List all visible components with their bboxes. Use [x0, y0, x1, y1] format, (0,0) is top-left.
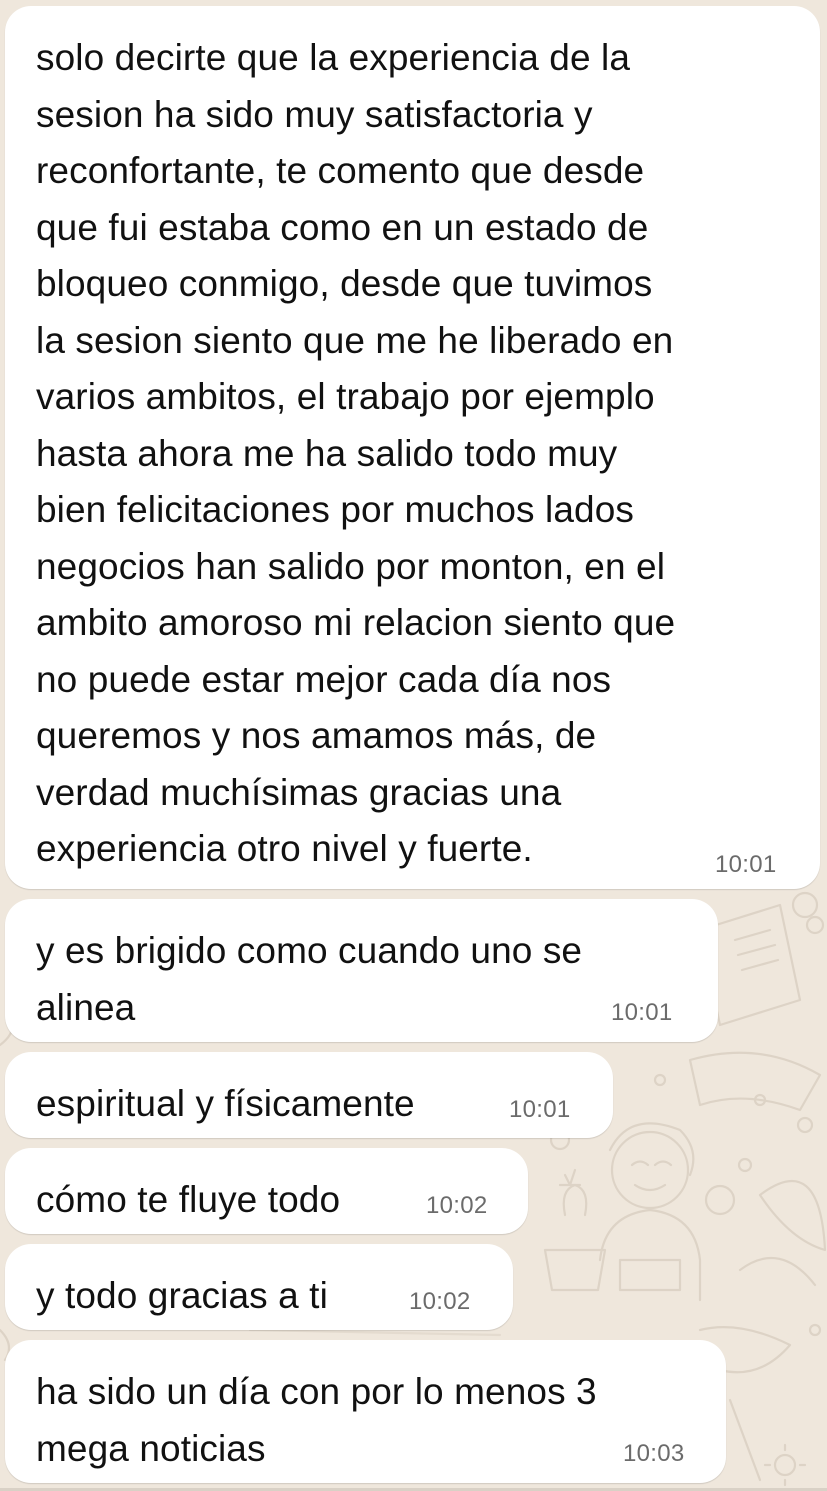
message-timestamp: 10:01: [509, 1096, 571, 1123]
message-bubble[interactable]: ha sido un día con por lo menos 3 mega n…: [5, 1340, 726, 1483]
message-timestamp: 10:02: [426, 1192, 488, 1219]
message-timestamp: 10:01: [611, 999, 673, 1026]
message-bubble[interactable]: y todo gracias a ti 10:02: [5, 1244, 513, 1330]
message-bubble[interactable]: solo decirte que la experiencia de la se…: [5, 6, 820, 889]
message-text: y todo gracias a ti: [36, 1275, 328, 1316]
message-bubble[interactable]: cómo te fluye todo 10:02: [5, 1148, 528, 1234]
message-text: solo decirte que la experiencia de la se…: [36, 37, 676, 869]
message-text: espiritual y físicamente: [36, 1083, 415, 1124]
message-bubble[interactable]: y es brigido como cuando uno se alinea 1…: [5, 899, 718, 1042]
message-bubble[interactable]: espiritual y físicamente 10:01: [5, 1052, 613, 1138]
message-timestamp: 10:03: [623, 1440, 685, 1467]
chat-message-list[interactable]: solo decirte que la experiencia de la se…: [0, 0, 827, 1491]
message-text: ha sido un día con por lo menos 3 mega n…: [36, 1371, 597, 1469]
message-timestamp: 10:02: [409, 1288, 471, 1315]
message-timestamp: 10:01: [715, 851, 777, 878]
message-text: cómo te fluye todo: [36, 1179, 341, 1220]
message-text: y es brigido como cuando uno se alinea: [36, 930, 583, 1028]
